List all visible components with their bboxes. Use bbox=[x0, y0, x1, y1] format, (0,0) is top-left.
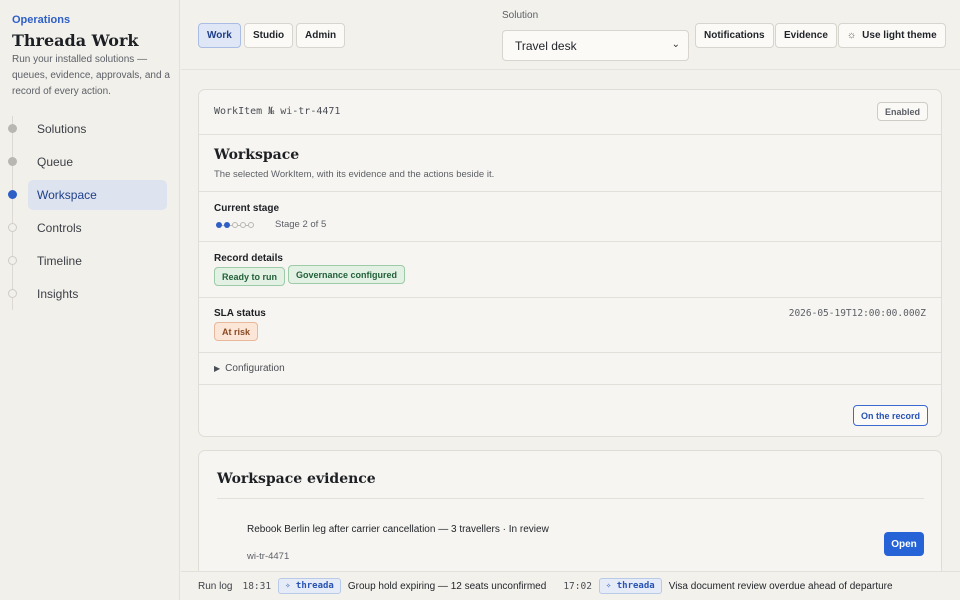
nav-step-todo-icon bbox=[8, 289, 17, 298]
divider bbox=[199, 134, 941, 135]
stage-progress bbox=[216, 222, 254, 228]
caret-right-icon: ▶ bbox=[214, 364, 221, 373]
solution-select[interactable]: Travel desk ⌄ bbox=[502, 30, 689, 61]
log-time: 18:31 bbox=[242, 580, 272, 592]
on-record-button[interactable]: On the record bbox=[853, 405, 929, 426]
divider bbox=[199, 191, 941, 192]
divider bbox=[199, 297, 941, 298]
sidebar-item-label: Solutions bbox=[37, 122, 87, 136]
mode-tab-studio[interactable]: Studio bbox=[244, 23, 294, 48]
sla-label: SLA status bbox=[214, 308, 266, 319]
nav-rail bbox=[12, 116, 13, 310]
stage-label: Current stage bbox=[214, 203, 280, 214]
divider bbox=[199, 384, 941, 385]
sidebar-eyebrow: Operations bbox=[12, 14, 71, 26]
sidebar-item-label: Timeline bbox=[37, 254, 82, 268]
mode-tab-work[interactable]: Work bbox=[198, 23, 241, 48]
log-message: Group hold expiring — 12 seats unconfirm… bbox=[347, 580, 547, 592]
divider bbox=[199, 241, 941, 242]
log-message: Visa document review overdue ahead of de… bbox=[668, 580, 893, 592]
workitem-card: WorkItem № wi-tr-4471 Enabled Workspace … bbox=[198, 89, 942, 437]
sidebar-item-label: Insights bbox=[37, 287, 79, 301]
sla-timestamp: 2026-05-19T12:00:00.000Z bbox=[788, 308, 926, 319]
stage-dot bbox=[248, 222, 254, 228]
sidebar: Operations Threada Work Run your install… bbox=[0, 0, 180, 600]
nav-step-done-icon bbox=[8, 124, 17, 133]
log-time: 17:02 bbox=[563, 580, 592, 592]
status-badge: Enabled bbox=[877, 102, 929, 121]
run-log: Run log 18:31 ✧ threada Group hold expir… bbox=[181, 571, 960, 600]
nav-step-current-icon bbox=[8, 190, 17, 199]
workspace-title: Workspace bbox=[214, 147, 300, 163]
sidebar-item-timeline[interactable]: Timeline bbox=[28, 246, 167, 276]
evidence-title: Workspace evidence bbox=[217, 471, 376, 487]
sidebar-item-label: Queue bbox=[37, 155, 74, 169]
governance-badge: Governance configured bbox=[288, 265, 406, 284]
solution-select-value: Travel desk bbox=[515, 38, 577, 53]
nav-step-todo-icon bbox=[8, 223, 17, 232]
mode-tab-admin[interactable]: Admin bbox=[296, 23, 346, 48]
sidebar-item-controls[interactable]: Controls bbox=[28, 213, 167, 243]
theme-toggle-label: Use light theme bbox=[862, 30, 937, 41]
configuration-label: Configuration bbox=[225, 363, 285, 374]
theme-toggle-button[interactable]: ☼ Use light theme bbox=[838, 23, 946, 48]
nav-step-todo-icon bbox=[8, 256, 17, 265]
sla-status-badge: At risk bbox=[214, 322, 259, 341]
evidence-item-title: Rebook Berlin leg after carrier cancella… bbox=[247, 524, 549, 535]
configuration-toggle[interactable]: ▶ Configuration bbox=[214, 363, 285, 374]
run-log-label: Run log bbox=[198, 580, 233, 592]
log-source-tag[interactable]: ✧ threada bbox=[278, 578, 341, 594]
divider bbox=[217, 498, 924, 499]
log-source-tag[interactable]: ✧ threada bbox=[598, 578, 662, 594]
sun-icon: ☼ bbox=[847, 30, 857, 41]
evidence-item-id: wi-tr-4471 bbox=[247, 551, 290, 562]
workspace-subtitle: The selected WorkItem, with its evidence… bbox=[214, 169, 495, 180]
app-title: Threada Work bbox=[12, 31, 139, 50]
record-label: Record details bbox=[214, 253, 283, 264]
divider bbox=[199, 352, 941, 353]
nav-step-done-icon bbox=[8, 157, 17, 166]
notifications-button[interactable]: Notifications bbox=[695, 23, 774, 48]
evidence-card: Workspace evidence Rebook Berlin leg aft… bbox=[198, 450, 942, 590]
app-description: Run your installed solutions — queues, e… bbox=[12, 54, 170, 97]
sidebar-item-solutions[interactable]: Solutions bbox=[28, 114, 167, 144]
sidebar-item-queue[interactable]: Queue bbox=[28, 147, 167, 177]
sidebar-item-label: Workspace bbox=[37, 188, 97, 202]
evidence-button[interactable]: Evidence bbox=[775, 23, 837, 48]
sidebar-item-insights[interactable]: Insights bbox=[28, 279, 167, 309]
stage-text: Stage 2 of 5 bbox=[275, 219, 327, 230]
workitem-id: WorkItem № wi-tr-4471 bbox=[214, 106, 341, 117]
sidebar-item-workspace[interactable]: Workspace bbox=[28, 180, 167, 210]
chevron-down-icon: ⌄ bbox=[671, 39, 680, 50]
solution-label: Solution bbox=[502, 10, 539, 21]
sidebar-item-label: Controls bbox=[37, 221, 82, 235]
open-button[interactable]: Open bbox=[884, 532, 924, 556]
ready-badge: Ready to run bbox=[214, 267, 286, 286]
